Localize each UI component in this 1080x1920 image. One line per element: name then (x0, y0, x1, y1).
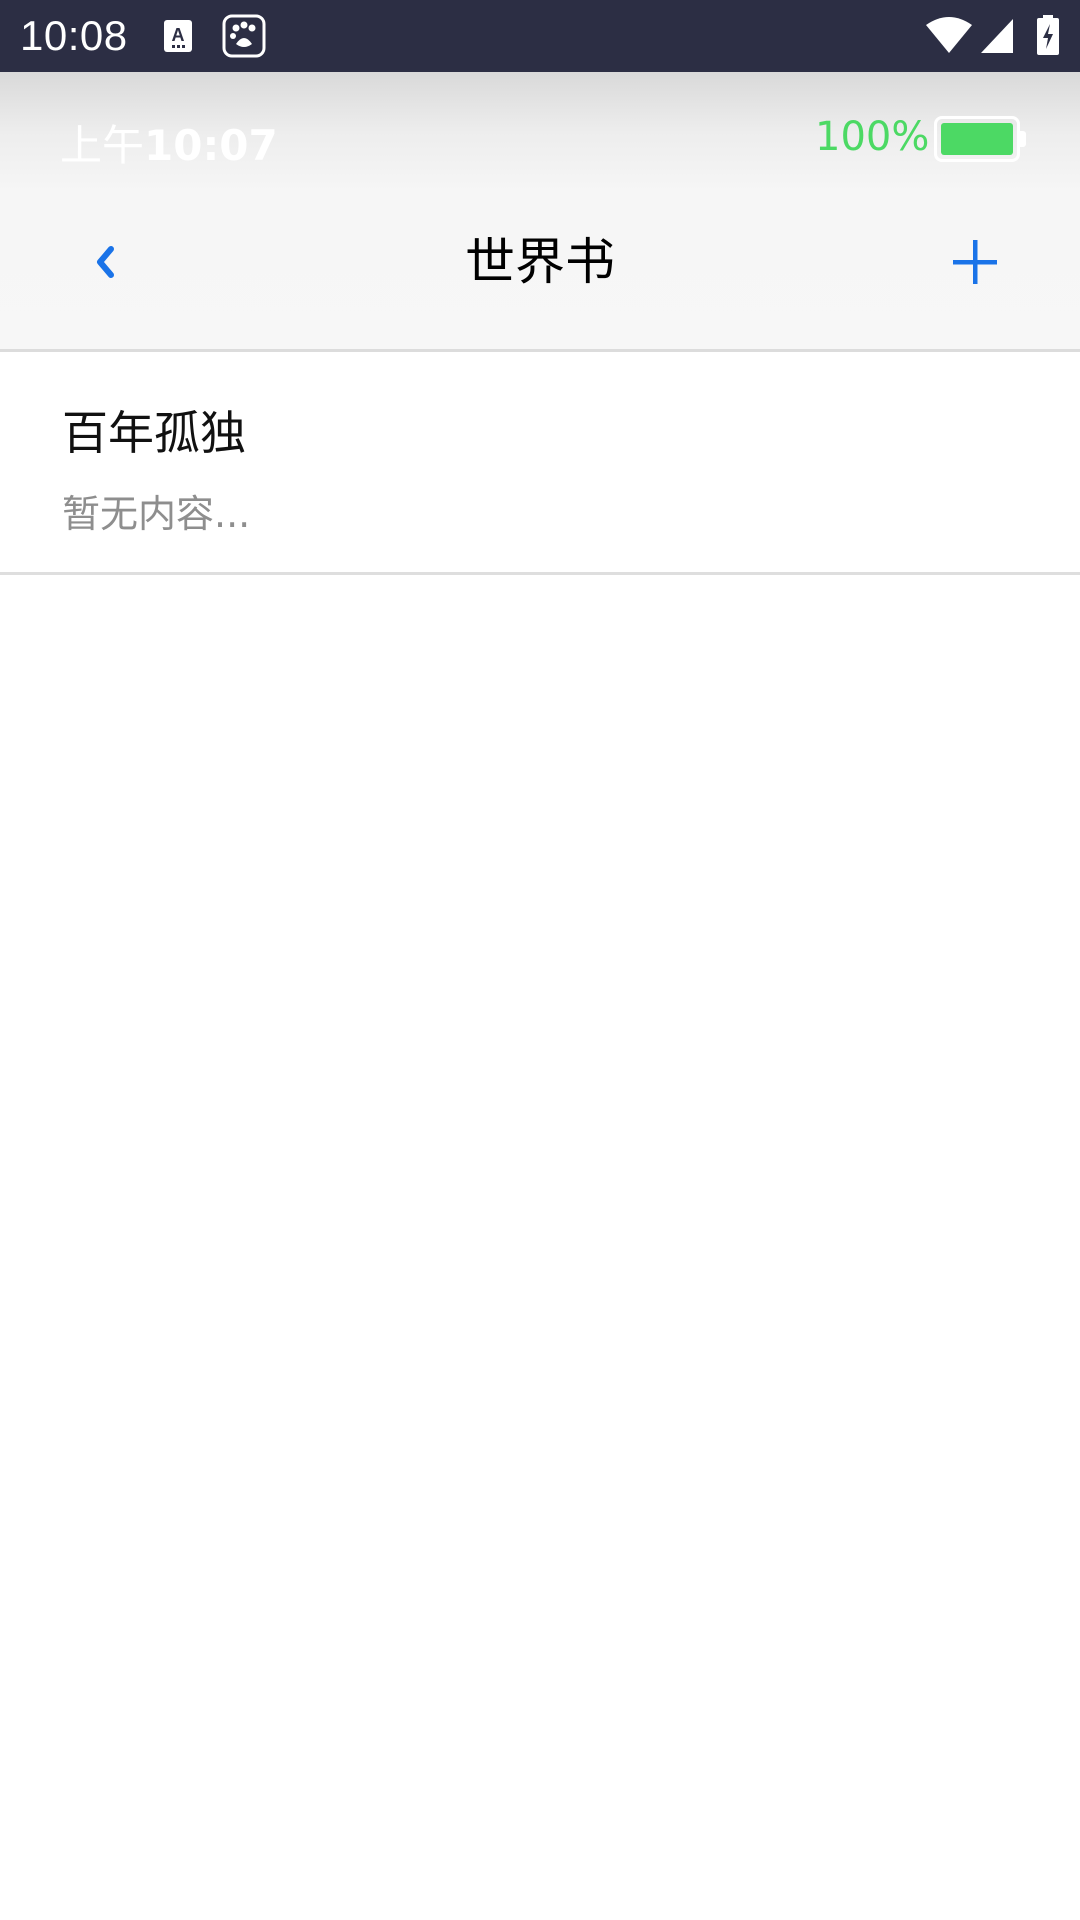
back-button[interactable] (80, 222, 130, 302)
cell-signal-icon (981, 19, 1013, 53)
battery-indicator (934, 116, 1026, 162)
system-time: 10:08 (20, 12, 128, 59)
svg-text:A: A (172, 25, 185, 45)
battery-tip (1020, 131, 1026, 147)
keyboard-a-icon: A (164, 20, 192, 52)
list-item-subtitle: 暂无内容... (62, 492, 251, 536)
battery-percent: 100% (815, 114, 930, 160)
chevron-left-icon (97, 246, 114, 278)
wifi-icon (926, 17, 972, 53)
app-header: 上午10:07 100% 世界书 (0, 72, 1080, 352)
baidu-paw-icon (222, 14, 266, 58)
inner-status-time: 上午10:07 (60, 112, 278, 173)
system-status-bar: 10:08 A (0, 0, 1080, 72)
page-title: 世界书 (465, 233, 615, 291)
list-item-title: 百年孤独 (62, 406, 246, 460)
add-button[interactable] (945, 222, 1005, 302)
list-item[interactable]: 百年孤独 暂无内容... (0, 355, 1080, 575)
plus-icon (953, 240, 997, 284)
battery-charging-icon (1037, 15, 1059, 55)
battery-fill (941, 123, 1013, 155)
inner-time-value: 10:07 (144, 121, 278, 170)
book-list: 百年孤独 暂无内容... (0, 355, 1080, 575)
inner-time-prefix: 上午 (60, 121, 145, 170)
